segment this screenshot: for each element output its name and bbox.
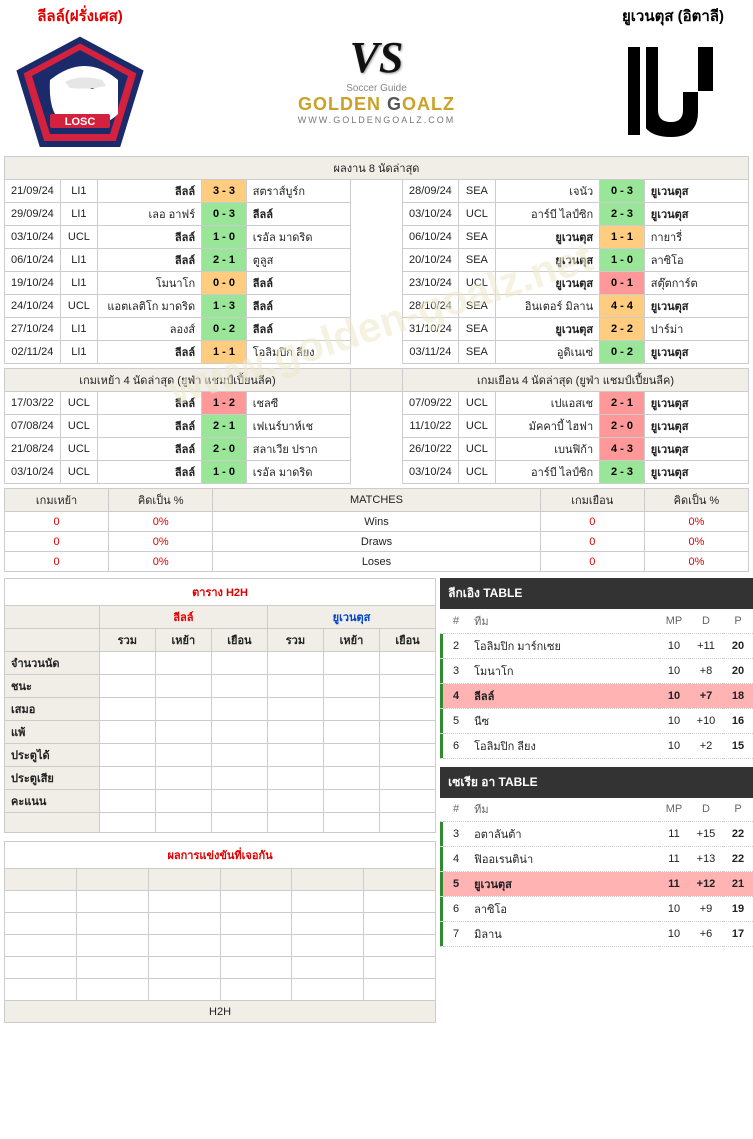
wdl-section: เกมเหย้า คิดเป็น % MATCHES เกมเยือน คิดเ… — [4, 488, 749, 572]
lg-col: MP — [659, 609, 689, 633]
wdl-row: 00%Draws00% — [5, 532, 749, 552]
last4-row: 17/03/22UCLลีลล์1 - 2เชลซี07/09/22UCLเปแ… — [5, 392, 749, 415]
h2h-table: ตาราง H2H ลีลล์ ยูเวนตุส รวม เหย้า เยือน… — [4, 578, 436, 833]
h2h-sub: เยือน — [211, 629, 267, 652]
match-header: ลีลล์(ฝรั่งเศส) LOSC VS Soccer Guide GOL… — [0, 0, 753, 152]
away-team-block: ยูเวนตุส (อิตาลี) — [603, 4, 743, 152]
away-team-name: ยูเวนตุส (อิตาลี) — [603, 4, 743, 32]
last4-row: 21/08/24UCLลีลล์2 - 0สลาเวีย ปราก26/10/2… — [5, 438, 749, 461]
h2h-row: ชนะ — [5, 675, 436, 698]
lg-col: ทีม — [468, 798, 659, 822]
wdl-col: คิดเป็น % — [644, 489, 748, 512]
last8-row: 29/09/24LI1เลอ อาฟร์0 - 3ลีลล์03/10/24UC… — [5, 203, 749, 226]
h2h-sub: รวม — [99, 629, 155, 652]
h2h-home-team: ลีลล์ — [99, 606, 267, 629]
h2h-row: คะแนน — [5, 790, 436, 813]
home-team-logo: LOSC — [10, 32, 150, 152]
lg-col: MP — [659, 798, 689, 822]
home-team-block: ลีลล์(ฝรั่งเศส) LOSC — [10, 4, 150, 152]
last8-table: ผลงาน 8 นัดล่าสุด 21/09/24LI1ลีลล์3 - 3ส… — [4, 156, 749, 364]
h2h-row: ประตูได้ — [5, 744, 436, 767]
lg-col: P — [723, 609, 753, 633]
wdl-row: 00%Wins00% — [5, 512, 749, 532]
league-row: 4ฟิออเรนติน่า11+1322 — [440, 847, 753, 872]
league-row: 5ยูเวนตุส11+1221 — [440, 872, 753, 897]
h2h-sub: เยือน — [379, 629, 435, 652]
league-row: 3อตาลันต้า11+1522 — [440, 822, 753, 847]
last8-row: 21/09/24LI1ลีลล์3 - 3สตราส์บูร์ก28/09/24… — [5, 180, 749, 203]
last8-row: 19/10/24LI1โมนาโก0 - 0ลีลล์23/10/24UCLยู… — [5, 272, 749, 295]
lg-col: D — [689, 798, 723, 822]
svg-text:LOSC: LOSC — [65, 116, 96, 128]
past-note: H2H — [5, 1001, 436, 1023]
h2h-row: แพ้ — [5, 721, 436, 744]
home-team-name: ลีลล์(ฝรั่งเศส) — [10, 4, 150, 32]
league2-title: เซเรีย อา TABLE — [440, 767, 753, 798]
site-url: WWW.GOLDENGOALZ.COM — [298, 115, 456, 125]
h2h-away-team: ยูเวนตุส — [267, 606, 435, 629]
last4-away-title: เกมเยือน 4 นัดล่าสุด (ยูฟ่า แชมป์เปี้ยนล… — [403, 369, 749, 392]
last4-row: 03/10/24UCLลีลล์1 - 0เรอัล มาดริด03/10/2… — [5, 461, 749, 484]
league2-table: # ทีม MP D P 3อตาลันต้า11+15224ฟิออเรนติ… — [440, 798, 753, 948]
wdl-row: 00%Loses00% — [5, 552, 749, 572]
last4-section: เกมเหย้า 4 นัดล่าสุด (ยูฟ่า แชมป์เปี้ยนล… — [4, 368, 749, 484]
wdl-col: คิดเป็น % — [109, 489, 213, 512]
lg-col: D — [689, 609, 723, 633]
lg-col: # — [444, 798, 468, 822]
h2h-title: ตาราง H2H — [5, 579, 436, 606]
h2h-sub: รวม — [267, 629, 323, 652]
league-row: 3โมนาโก10+820 — [440, 658, 753, 683]
league-row: 5นีซ10+1016 — [440, 708, 753, 733]
last8-row: 06/10/24LI1ลีลล์2 - 1ตูลูส20/10/24SEAยูเ… — [5, 249, 749, 272]
away-team-logo — [603, 32, 743, 152]
wdl-col: เกมเหย้า — [5, 489, 109, 512]
site-brand: GOLDEN GOALZ — [298, 94, 455, 115]
soccer-guide-label: Soccer Guide — [346, 83, 407, 94]
h2h-row: จำนวนนัด — [5, 652, 436, 675]
h2h-sub: เหย้า — [155, 629, 211, 652]
league-row: 4ลีลล์10+718 — [440, 683, 753, 708]
h2h-row: เสมอ — [5, 698, 436, 721]
wdl-col: MATCHES — [213, 489, 540, 512]
league-row: 6โอลิมปิก ลียง10+215 — [440, 733, 753, 758]
last4-row: 07/08/24UCLลีลล์2 - 1เฟเนร์บาห์เช11/10/2… — [5, 415, 749, 438]
wdl-table: เกมเหย้า คิดเป็น % MATCHES เกมเยือน คิดเ… — [4, 488, 749, 572]
wdl-col: เกมเยือน — [540, 489, 644, 512]
last8-title: ผลงาน 8 นัดล่าสุด — [5, 157, 749, 180]
h2h-sub: เหย้า — [323, 629, 379, 652]
vs-label: VS — [350, 32, 404, 83]
past-title: ผลการแข่งขันที่เจอกัน — [5, 842, 436, 869]
last8-row: 03/10/24UCLลีลล์1 - 0เรอัล มาดริด06/10/2… — [5, 226, 749, 249]
last4-home-title: เกมเหย้า 4 นัดล่าสุด (ยูฟ่า แชมป์เปี้ยนล… — [5, 369, 351, 392]
last8-row: 02/11/24LI1ลีลล์1 - 1โอลิมปิก ลียง03/11/… — [5, 341, 749, 364]
league1-table: # ทีม MP D P 2โอลิมปิก มาร์กเซย10+11203โ… — [440, 609, 753, 759]
league-row: 2โอลิมปิก มาร์กเซย10+1120 — [440, 633, 753, 658]
lg-col: P — [723, 798, 753, 822]
league-row: 6ลาซิโอ10+919 — [440, 897, 753, 922]
last8-section: ผลงาน 8 นัดล่าสุด 21/09/24LI1ลีลล์3 - 3ส… — [4, 156, 749, 364]
last8-row: 27/10/24LI1ลองส์0 - 2ลีลล์31/10/24SEAยูเ… — [5, 318, 749, 341]
lg-col: # — [444, 609, 468, 633]
vs-center: VS Soccer Guide GOLDEN GOALZ WWW.GOLDENG… — [150, 32, 603, 125]
league1-title: ลีกเอิง TABLE — [440, 578, 753, 609]
last4-table: เกมเหย้า 4 นัดล่าสุด (ยูฟ่า แชมป์เปี้ยนล… — [4, 368, 749, 484]
last8-row: 24/10/24UCLแอตเลติโก มาดริด1 - 3ลีลล์28/… — [5, 295, 749, 318]
past-matches-table: ผลการแข่งขันที่เจอกัน H2H — [4, 841, 436, 1023]
league-row: 7มิลาน10+617 — [440, 922, 753, 947]
lg-col: ทีม — [468, 609, 659, 633]
h2h-row: ประตูเสีย — [5, 767, 436, 790]
